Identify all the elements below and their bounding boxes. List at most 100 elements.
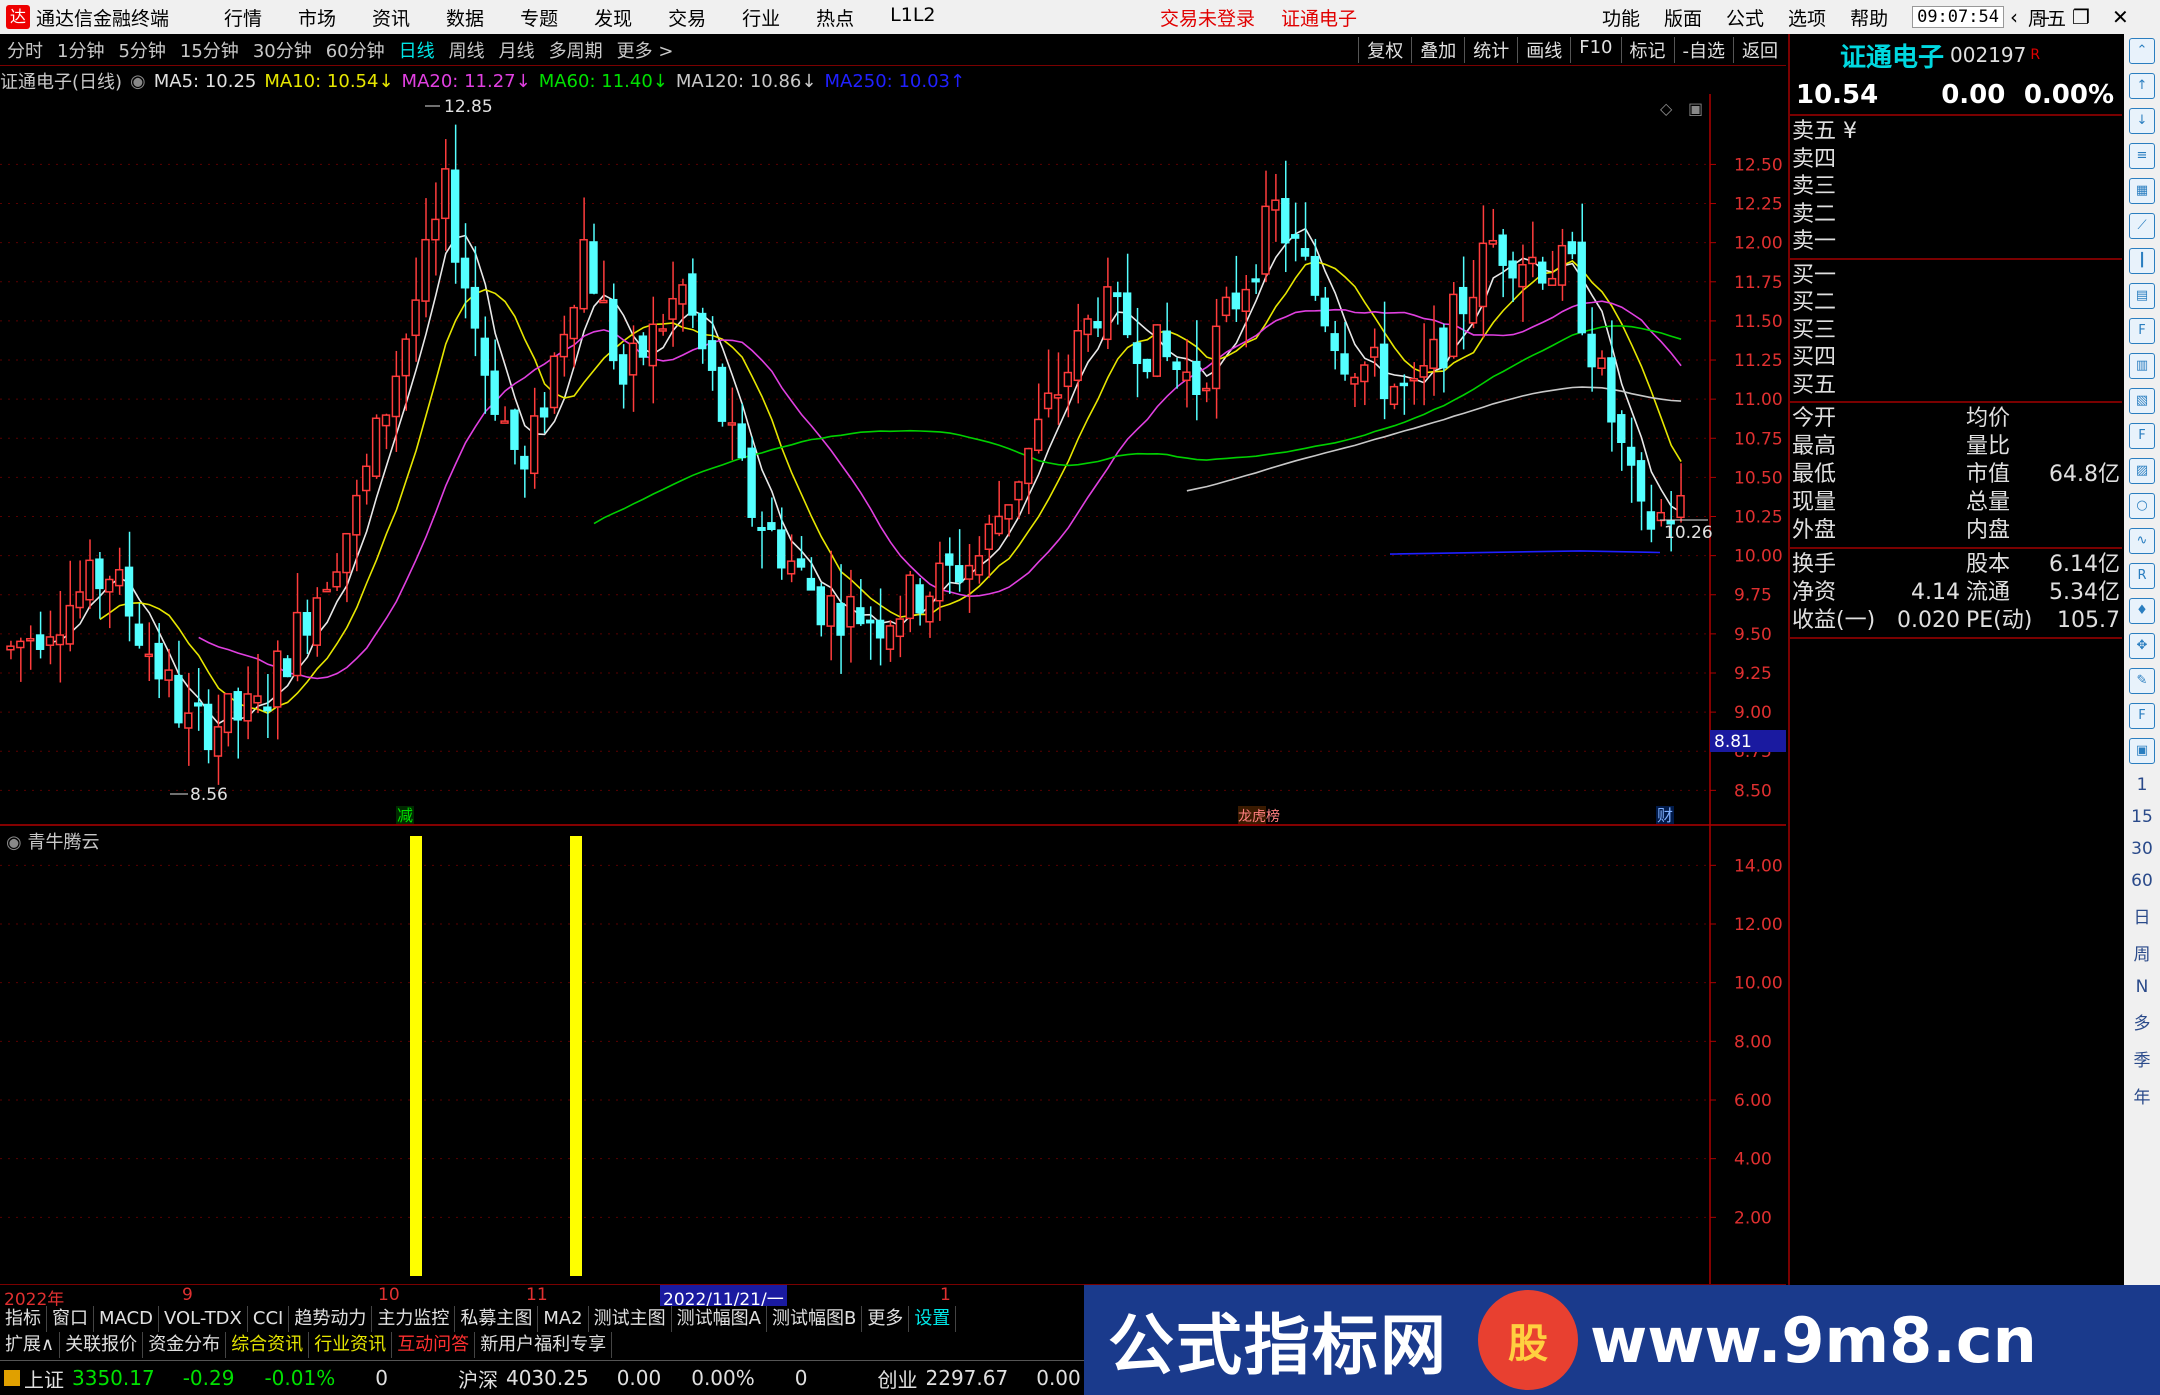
wave-icon[interactable]: ∿ [2129, 528, 2155, 554]
period-1[interactable]: 1 [2137, 775, 2148, 795]
fs-icon[interactable]: F [2129, 703, 2155, 729]
tab-new-user-welfare[interactable]: 新用户福利专享 [475, 1332, 613, 1358]
stock-list-icon[interactable]: ≡ [2129, 143, 2155, 169]
tab-vol-tdx[interactable]: VOL-TDX [159, 1306, 248, 1332]
board-icon[interactable]: ▨ [2129, 458, 2155, 484]
tab-cci[interactable]: CCI [248, 1306, 290, 1332]
period-30min[interactable]: 30分钟 [246, 37, 319, 63]
arrow-down-icon[interactable]: ↓ [2129, 108, 2155, 134]
tab-more[interactable]: 更多 [862, 1306, 910, 1332]
period-weekly[interactable]: 周线 [442, 37, 492, 63]
period-week[interactable]: 周 [2134, 940, 2151, 965]
tool-mark[interactable]: 标记 [1620, 36, 1674, 63]
period-daily[interactable]: 日线 [392, 37, 442, 63]
trade-login-status[interactable]: 交易未登录 [1160, 4, 1255, 31]
period-5min[interactable]: 5分钟 [111, 37, 172, 63]
restore-icon[interactable]: ❐ [2072, 5, 2090, 29]
tab-related-quotes[interactable]: 关联报价 [60, 1332, 144, 1358]
sh-label[interactable]: 上证 [24, 1364, 64, 1393]
collapse-up-icon[interactable]: ⌃ [2129, 38, 2155, 64]
period-intraday[interactable]: 分时 [0, 37, 50, 63]
menu-hotspot[interactable]: 热点 [816, 4, 854, 31]
event-marker-finance[interactable]: 财 [1657, 806, 1673, 825]
tab-qa[interactable]: 互动问答 [392, 1332, 476, 1358]
grid-icon[interactable]: ▦ [2129, 178, 2155, 204]
price-chart[interactable]: 12.50 12.25 12.00 11.75 11.50 11.25 11.00 10.75… [0, 94, 1786, 826]
indicator-chart[interactable]: 14.00 12.00 10.00 8.00 6.00 4.00 2.00 [0, 826, 1786, 1286]
tool-draw[interactable]: 画线 [1517, 36, 1570, 63]
status-icon[interactable] [4, 1370, 20, 1386]
period-30[interactable]: 30 [2131, 839, 2153, 859]
search-icon[interactable]: ○ [2129, 493, 2155, 519]
period-monthly[interactable]: 月线 [492, 37, 542, 63]
tab-indicator[interactable]: 指标 [0, 1306, 47, 1332]
period-n[interactable]: N [2136, 977, 2149, 997]
tab-ma2[interactable]: MA2 [538, 1306, 589, 1332]
panel-toggle-icon[interactable]: ▣ [1688, 99, 1703, 118]
picture-icon[interactable]: ▣ [2129, 738, 2155, 764]
period-year[interactable]: 年 [2134, 1083, 2151, 1108]
tab-fund-flow[interactable]: 资金分布 [143, 1332, 227, 1358]
period-1min[interactable]: 1分钟 [50, 37, 111, 63]
period-multi[interactable]: 多周期 [542, 37, 610, 63]
kline-icon[interactable]: ┃ [2129, 248, 2155, 274]
period-more[interactable]: 更多 > [610, 37, 681, 63]
close-icon[interactable]: ✕ [2112, 5, 2129, 29]
menu-layout[interactable]: 版面 [1664, 4, 1702, 31]
rsi-icon[interactable]: R [2129, 563, 2155, 589]
tab-trend-power[interactable]: 趋势动力 [289, 1306, 373, 1332]
tab-settings[interactable]: 设置 [909, 1306, 957, 1332]
tab-macd[interactable]: MACD [94, 1306, 159, 1332]
tab-main-monitor[interactable]: 主力监控 [372, 1306, 456, 1332]
cy-label[interactable]: 创业 [878, 1364, 918, 1393]
menu-quotes[interactable]: 行情 [224, 4, 262, 31]
menu-functions[interactable]: 功能 [1602, 4, 1640, 31]
menu-help[interactable]: 帮助 [1850, 4, 1888, 31]
period-quarter[interactable]: 季 [2134, 1046, 2151, 1071]
back-arrow-icon[interactable]: ‹ [2010, 5, 2018, 29]
event-marker-dragon-tiger[interactable]: 龙虎榜 [1238, 808, 1280, 825]
arrow-up-icon[interactable]: ↑ [2129, 73, 2155, 99]
tab-expand[interactable]: 扩展∧ [0, 1332, 61, 1358]
tool-overlay[interactable]: 叠加 [1411, 36, 1464, 63]
alert-icon[interactable]: ♦ [2129, 598, 2155, 624]
line-chart-icon[interactable]: ⟋ [2129, 213, 2155, 239]
menu-formula[interactable]: 公式 [1726, 4, 1764, 31]
f2-icon[interactable]: F [2129, 423, 2155, 449]
news-icon[interactable]: ▤ [2129, 283, 2155, 309]
period-15[interactable]: 15 [2131, 807, 2153, 827]
indicator-settings-icon[interactable]: ◉ [6, 832, 22, 853]
menu-trade[interactable]: 交易 [668, 4, 706, 31]
period-60[interactable]: 60 [2131, 871, 2153, 891]
table-icon[interactable]: ▥ [2129, 353, 2155, 379]
tool-stats[interactable]: 统计 [1464, 36, 1517, 63]
period-day[interactable]: 日 [2134, 903, 2151, 928]
diamond-icon[interactable]: ◇ [1660, 99, 1673, 118]
tool-watchlist[interactable]: -自选 [1673, 36, 1734, 63]
event-marker-reduce[interactable]: 减 [397, 806, 413, 825]
hs-label[interactable]: 沪深 [458, 1364, 498, 1393]
pen-icon[interactable]: ✎ [2129, 668, 2155, 694]
tab-composite-news[interactable]: 综合资讯 [226, 1332, 310, 1358]
menu-data[interactable]: 数据 [446, 4, 484, 31]
tool-f10[interactable]: F10 [1570, 36, 1620, 63]
tab-test-sub-a[interactable]: 测试幅图A [672, 1306, 767, 1332]
menu-topics[interactable]: 专题 [520, 4, 558, 31]
menu-l1l2[interactable]: L1L2 [890, 4, 935, 31]
f10-icon[interactable]: F [2129, 318, 2155, 344]
chart-settings-icon[interactable]: ◉ [130, 71, 146, 92]
menu-discover[interactable]: 发现 [594, 4, 632, 31]
period-multi[interactable]: 多 [2134, 1009, 2151, 1034]
report-icon[interactable]: ▧ [2129, 388, 2155, 414]
tab-private-main[interactable]: 私募主图 [455, 1306, 539, 1332]
menu-options[interactable]: 选项 [1788, 4, 1826, 31]
move-icon[interactable]: ✥ [2129, 633, 2155, 659]
quote-stock-name[interactable]: 证通电子 [1840, 37, 1944, 74]
tab-test-main[interactable]: 测试主图 [589, 1306, 672, 1332]
menu-market[interactable]: 市场 [298, 4, 336, 31]
menu-news[interactable]: 资讯 [372, 4, 410, 31]
tab-test-sub-b[interactable]: 测试幅图B [767, 1306, 863, 1332]
tool-adjust[interactable]: 复权 [1358, 36, 1411, 63]
minimize-icon[interactable]: – [2040, 5, 2050, 29]
tab-window[interactable]: 窗口 [47, 1306, 94, 1332]
